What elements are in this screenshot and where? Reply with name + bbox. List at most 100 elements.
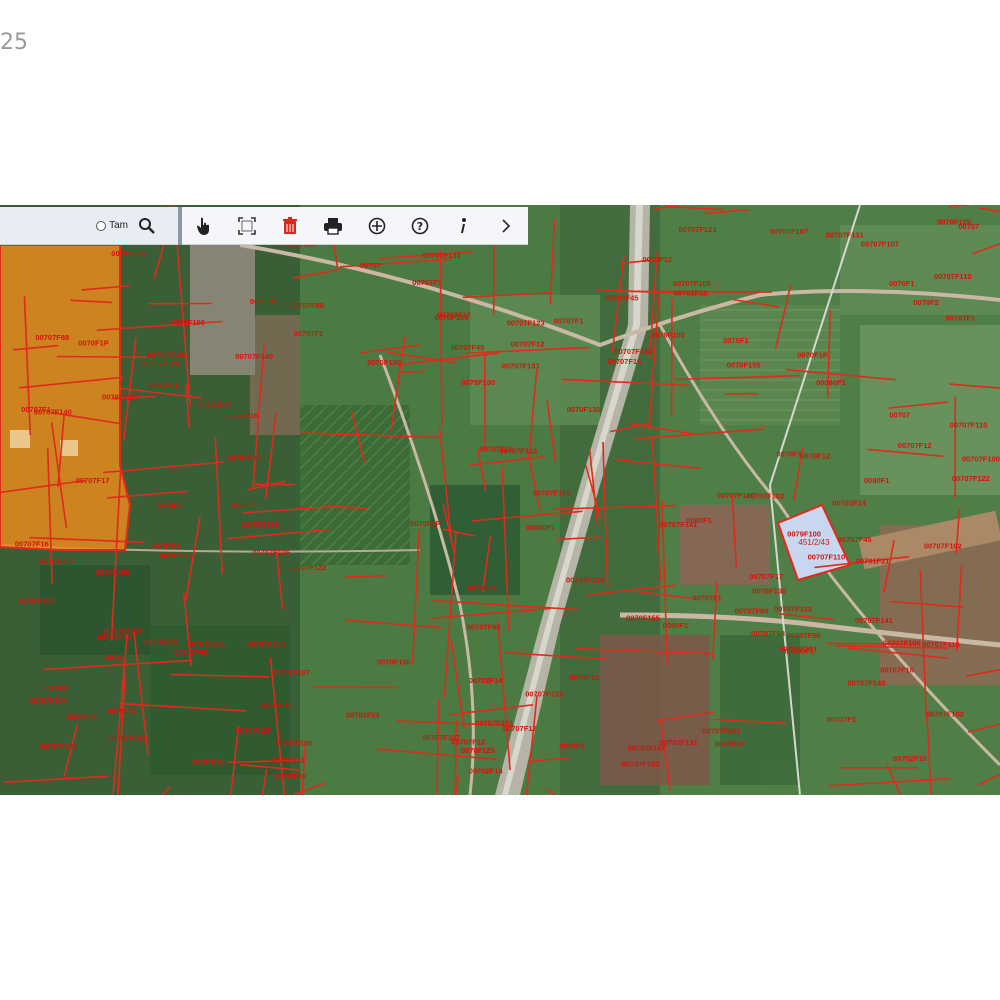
search-toolbar: Tam — [0, 207, 178, 245]
parcel-label: 00707F1 — [946, 313, 976, 322]
parcel-label: 00707F107 — [272, 668, 310, 677]
parcel-label: 00707F88 — [227, 453, 261, 462]
svg-text:?: ? — [417, 220, 423, 233]
parcel-label: 0070F12 — [643, 255, 673, 264]
parcel-label: 0070F130 — [752, 586, 786, 595]
parcel-label: 00080F1 — [816, 378, 846, 387]
parcel-label: 00707F140 — [614, 347, 652, 356]
parcel-label: 00707F12 — [898, 441, 932, 450]
parcel-label: 0070F130 — [567, 405, 601, 414]
parcel-label: 00702F14 — [469, 766, 504, 775]
parcel-label: 00707F1 — [151, 541, 181, 550]
parcel-label: 00707F12 — [479, 445, 513, 454]
parcel-label: 00707F1 — [21, 405, 51, 414]
parcel-label: 00702F14 — [832, 498, 867, 507]
parcel-label: 00707F110 — [808, 552, 846, 561]
parcel-label: 00707F201 — [475, 719, 513, 728]
parcel-label: 00702F10 — [273, 772, 307, 781]
parcel-label: 0070F1P — [714, 739, 744, 748]
parcel-label: 0070F155 — [626, 613, 660, 622]
parcel-label: 0070F125 — [461, 746, 495, 755]
parcel-label: 00707 — [889, 411, 910, 420]
exact-match-checkbox[interactable]: Tam — [96, 220, 128, 231]
search-icon[interactable] — [136, 215, 158, 237]
parcel-label: 00707F141 — [187, 639, 225, 648]
parcel-label: 00707F131 — [826, 231, 864, 240]
parcel-label: 00707F123 — [17, 597, 55, 606]
parcel-label: 00707F98 — [787, 631, 821, 640]
parcel-label: 00707F131 — [241, 520, 279, 529]
parcel-label: 0070F12 — [107, 707, 137, 716]
parcel-label: 00707F17 — [76, 476, 110, 485]
parcel-label: 00707F1 — [692, 594, 722, 603]
parcel-label: 0080F1 — [663, 621, 688, 630]
parcel-map[interactable]: 00707F1 00707F123 00707F107 0079F100 00707F1… — [0, 205, 1000, 795]
parcel-label: 00707 — [105, 653, 126, 662]
parcel-label: 0080F1 — [864, 476, 889, 485]
parcel-label: 00707F123 — [507, 319, 545, 328]
parcel-label: 00701F21 — [346, 710, 380, 719]
map-toolbar: ? — [182, 207, 528, 245]
parcel-label: 00702F10 — [259, 701, 293, 710]
parcel-label: 0070F1P — [410, 519, 440, 528]
parcel-label: 00707F122 — [525, 690, 563, 699]
checkbox-circle[interactable] — [96, 220, 107, 231]
print-icon[interactable] — [322, 215, 344, 237]
parcel-label: 00707F122 — [288, 563, 326, 572]
parcel-label: 0079F100 — [461, 378, 495, 387]
parcel-label: 00707F98 — [467, 623, 501, 632]
parcel-label: 00707F1 — [412, 278, 442, 287]
next-icon[interactable] — [495, 215, 517, 237]
parcel-label: 00707F107 — [770, 227, 808, 236]
parcel-label: 00707F105 — [29, 696, 67, 705]
parcel-label: 00707F17 — [198, 400, 232, 409]
parcel-label: 0070F130 — [377, 657, 411, 666]
parcel-label: 00707F141 — [855, 616, 893, 625]
parcel-label: 0070F155 — [435, 313, 469, 322]
checkbox-label: Tam — [109, 220, 128, 231]
parcel-label: 00707F201 — [102, 393, 140, 402]
parcel-label: 00707 — [958, 222, 979, 231]
parcel-label: 00707F1 — [294, 329, 324, 338]
parcel-label: 0070F125 — [236, 726, 270, 735]
hand-pointer-icon[interactable] — [193, 215, 215, 237]
delete-icon[interactable] — [279, 215, 301, 237]
parcel-label: 00707F201 — [37, 557, 75, 566]
parcel-label: 00707F98 — [751, 629, 785, 638]
parcel-label: 0070F1 — [777, 450, 802, 459]
help-icon[interactable]: ? — [409, 215, 431, 237]
parcel-label: 00707F16 — [15, 539, 49, 548]
parcel-label: 00702F10 — [893, 754, 927, 763]
parcel-label: 00707F88 — [735, 606, 769, 615]
parcel-label: 00080F1 — [68, 712, 98, 721]
parcel-label: 0070F1 — [559, 741, 584, 750]
parcel-label: 00080F1 — [526, 523, 556, 532]
extent-icon[interactable] — [236, 215, 258, 237]
parcel-label: 0070F155 — [144, 638, 178, 647]
parcel-label: 00707F122 — [952, 474, 990, 483]
parcel-label: 00707F100 — [717, 491, 755, 500]
parcel-label: 00707F45 — [838, 535, 872, 544]
parcel-label: 0079F100 — [651, 330, 685, 339]
parcel-label: 0070F12 — [569, 673, 599, 682]
parcel-label: 00707F12 — [451, 737, 485, 746]
info-icon[interactable] — [452, 215, 474, 237]
parcel-label: 00707F107 — [861, 240, 899, 249]
parcel-label: 00701F21 — [856, 556, 890, 565]
parcel-label: 00707F102 — [148, 350, 186, 359]
parcel-label: 00707 — [360, 261, 381, 270]
parcel-label: 00707F100 — [962, 454, 1000, 463]
parcel-label: 00707F110 — [922, 640, 960, 649]
parcel-label: 00707F110 — [934, 272, 972, 281]
parcel-boundary — [454, 719, 458, 795]
add-icon[interactable] — [366, 215, 388, 237]
parcel-label: 00707F122 — [774, 604, 812, 613]
parcel-label: 00707F16 — [224, 411, 258, 420]
parcel-label: 0070F2 — [250, 297, 275, 306]
parcel-label: 0070F1 — [723, 336, 748, 345]
parcel-label: 0070F130 — [367, 358, 401, 367]
parcel-label: 00707F1 — [468, 584, 498, 593]
parcel-label: 00707F141 — [659, 520, 697, 529]
parcel-label: 00707F45 — [605, 294, 639, 303]
satellite-parcel-layer[interactable]: 00707F1 00707F123 00707F107 0079F100 00707F1… — [0, 205, 1000, 795]
